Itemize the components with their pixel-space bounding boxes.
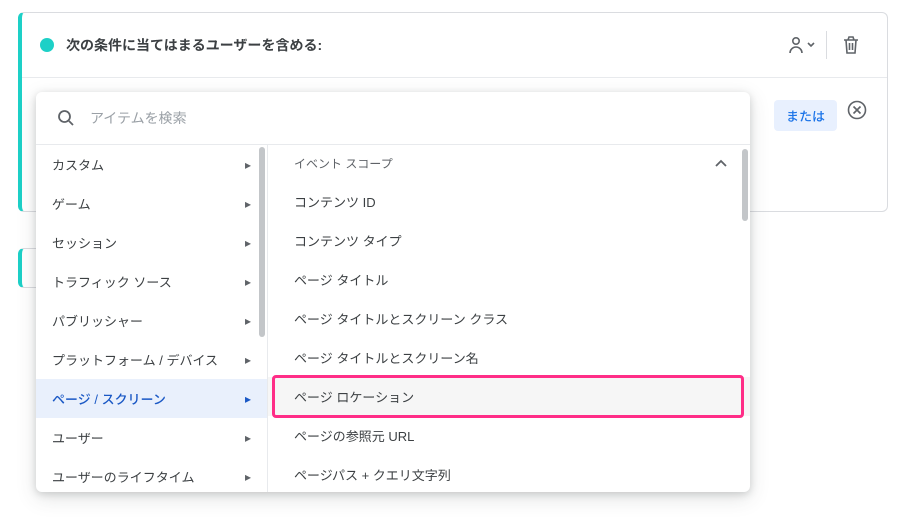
category-item[interactable]: カスタム ▸ (36, 145, 267, 184)
option-item[interactable]: コンテンツ タイプ (268, 221, 750, 260)
category-label: ゲーム (52, 194, 91, 213)
option-item[interactable]: ページの参照元 URL (268, 416, 750, 455)
chevron-up-icon (714, 159, 728, 169)
option-item[interactable]: ページ タイトルとスクリーン名 (268, 338, 750, 377)
chevron-right-icon: ▸ (245, 314, 251, 328)
option-item[interactable]: ページ ロケーション (268, 377, 750, 416)
options-group-header[interactable]: イベント スコープ (268, 145, 750, 182)
option-item[interactable]: ページ タイトルとスクリーン クラス (268, 299, 750, 338)
chevron-right-icon: ▸ (245, 470, 251, 484)
group-header-label: イベント スコープ (294, 155, 393, 172)
search-row (36, 92, 750, 144)
option-label: ページパス + クエリ文字列 (294, 468, 451, 483)
option-label: コンテンツ ID (294, 195, 376, 210)
category-item[interactable]: パブリッシャー ▸ (36, 301, 267, 340)
option-label: ページ ロケーション (294, 390, 414, 405)
card-header: 次の条件に当てはまるユーザーを含める: (22, 13, 887, 78)
category-item[interactable]: ゲーム ▸ (36, 184, 267, 223)
category-label: トラフィック ソース (52, 272, 172, 291)
category-item[interactable]: ユーザー ▸ (36, 418, 267, 457)
category-label: セッション (52, 233, 117, 252)
header-actions (784, 27, 869, 63)
category-label: ユーザー (52, 428, 104, 447)
category-item[interactable]: ページ / スクリーン ▸ (36, 379, 267, 418)
delete-button[interactable] (833, 27, 869, 63)
chevron-right-icon: ▸ (245, 158, 251, 172)
option-label: ページ タイトルとスクリーン名 (294, 351, 479, 366)
category-label: パブリッシャー (52, 311, 143, 330)
category-item[interactable]: セッション ▸ (36, 223, 267, 262)
option-item[interactable]: ページ タイトル (268, 260, 750, 299)
category-item[interactable]: プラットフォーム / デバイス ▸ (36, 340, 267, 379)
category-item[interactable]: ユーザーのライフタイム ▸ (36, 457, 267, 492)
scrollbar-thumb[interactable] (259, 147, 265, 337)
options-column[interactable]: イベント スコープ コンテンツ ID コンテンツ タイプページ タイトルページ タ… (268, 145, 750, 492)
chevron-right-icon: ▸ (245, 392, 251, 406)
category-label: ユーザーのライフタイム (52, 467, 194, 486)
chevron-right-icon: ▸ (245, 275, 251, 289)
header-title: 次の条件に当てはまるユーザーを含める: (66, 35, 322, 55)
option-item[interactable]: ページパス + クエリ文字列 (268, 455, 750, 492)
option-label: ページ タイトルとスクリーン クラス (294, 312, 508, 327)
chevron-right-icon: ▸ (245, 197, 251, 211)
category-item[interactable]: トラフィック ソース ▸ (36, 262, 267, 301)
option-item[interactable]: コンテンツ ID (268, 182, 750, 221)
x-circle-icon (847, 100, 867, 120)
user-scope-dropdown[interactable] (784, 27, 820, 63)
chevron-right-icon: ▸ (245, 236, 251, 250)
category-label: プラットフォーム / デバイス (52, 350, 218, 369)
vertical-divider (826, 31, 827, 59)
or-chip[interactable]: または (774, 100, 837, 131)
chevron-right-icon: ▸ (245, 431, 251, 445)
picker-columns: カスタム▸ゲーム▸セッション▸トラフィック ソース▸パブリッシャー▸プラットフォ… (36, 144, 750, 492)
person-icon (788, 35, 816, 55)
search-icon (56, 108, 76, 128)
option-label: ページの参照元 URL (294, 429, 414, 444)
category-label: ページ / スクリーン (52, 389, 166, 408)
scrollbar-thumb[interactable] (742, 149, 748, 221)
header-left: 次の条件に当てはまるユーザーを含める: (40, 35, 322, 55)
category-label: カスタム (52, 155, 104, 174)
option-label: ページ タイトル (294, 273, 388, 288)
search-input[interactable] (90, 110, 730, 126)
trash-icon (842, 35, 860, 55)
remove-condition-button[interactable] (847, 100, 867, 120)
include-dot-icon (40, 38, 54, 52)
chevron-right-icon: ▸ (245, 353, 251, 367)
condition-card-stub (18, 248, 36, 288)
dimension-picker-panel: カスタム▸ゲーム▸セッション▸トラフィック ソース▸パブリッシャー▸プラットフォ… (36, 92, 750, 492)
category-column[interactable]: カスタム▸ゲーム▸セッション▸トラフィック ソース▸パブリッシャー▸プラットフォ… (36, 145, 268, 492)
option-label: コンテンツ タイプ (294, 234, 402, 249)
